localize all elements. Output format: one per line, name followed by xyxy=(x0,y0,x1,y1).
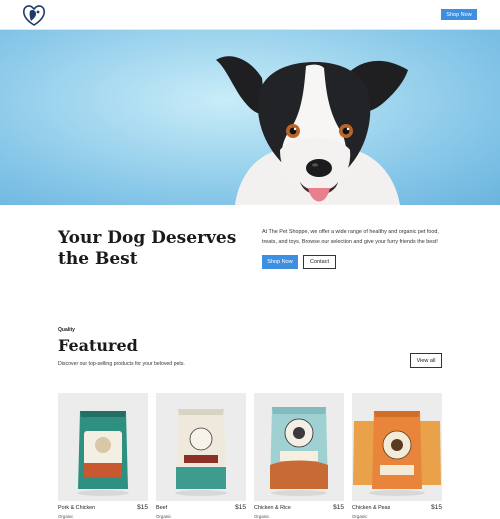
view-all-button[interactable]: View all xyxy=(410,353,442,368)
product-name[interactable]: Chicken & Rice xyxy=(254,505,291,511)
product-image[interactable] xyxy=(254,393,344,501)
featured-description: Discover our top-selling products for yo… xyxy=(58,361,185,367)
intro-shop-now-button[interactable]: Shop Now xyxy=(262,255,298,269)
product-price: $15 xyxy=(235,504,246,511)
product-name[interactable]: Chicken & Peas xyxy=(352,505,390,511)
product-tag: Organic xyxy=(352,514,368,519)
product-image[interactable] xyxy=(58,393,148,501)
intro-contact-button[interactable]: Contact xyxy=(303,255,336,269)
hero-banner xyxy=(0,30,500,205)
food-bag-icon xyxy=(77,411,129,496)
food-bag-icon xyxy=(270,407,328,496)
product-image[interactable] xyxy=(156,393,246,501)
product-price: $15 xyxy=(137,504,148,511)
product-card-chicken-rice[interactable]: Chicken & Rice Organic $15 xyxy=(254,393,344,519)
product-price: $15 xyxy=(333,504,344,511)
intro-paragraph: At The Pet Shoppe, we offer a wide range… xyxy=(262,229,439,245)
product-image[interactable] xyxy=(352,393,442,501)
site-header: Shop Now xyxy=(0,0,500,30)
header-shop-now-button[interactable]: Shop Now xyxy=(441,9,477,20)
intro-heading: Your Dog Deserves the Best xyxy=(58,228,237,269)
food-bag-icon xyxy=(175,409,227,496)
product-price: $15 xyxy=(431,504,442,511)
featured-heading: Featured xyxy=(58,336,138,355)
product-name[interactable]: Pork & Chicken xyxy=(58,505,95,511)
logo-icon[interactable] xyxy=(22,4,46,26)
product-tag: Organic xyxy=(58,514,74,519)
product-tag: Organic xyxy=(156,514,172,519)
product-card-chicken-peas[interactable]: Chicken & Peas Organic $15 xyxy=(352,393,442,519)
product-card-beef[interactable]: Beef Organic $15 xyxy=(156,393,246,519)
food-bag-icon xyxy=(353,411,441,496)
hero-dog-image xyxy=(216,56,408,205)
product-card-pork-chicken[interactable]: Pork & Chicken Organic $15 xyxy=(58,393,148,519)
product-tag: Organic xyxy=(254,514,270,519)
featured-eyebrow: Quality xyxy=(58,327,75,333)
product-name[interactable]: Beef xyxy=(156,505,167,511)
